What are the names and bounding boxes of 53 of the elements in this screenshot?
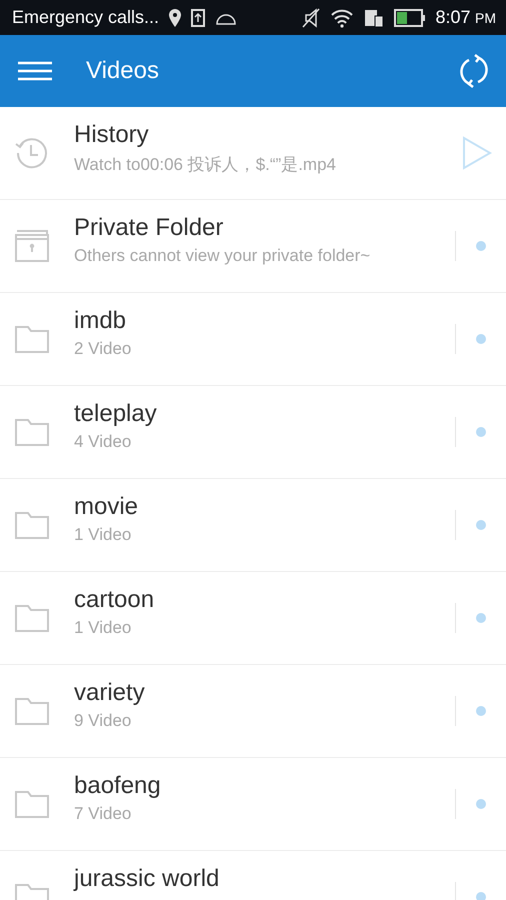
menu-button[interactable]	[18, 61, 52, 81]
list-item[interactable]: teleplay 4 Video	[0, 386, 506, 479]
item-subtitle: 1 Video	[74, 618, 132, 638]
list-item[interactable]: variety 9 Video	[0, 665, 506, 758]
item-title: movie	[74, 493, 140, 521]
item-subtitle: Others cannot view your private folder~	[74, 246, 372, 266]
battery-icon	[394, 8, 426, 26]
folder-icon	[14, 417, 50, 447]
item-title: imdb	[74, 307, 128, 335]
more-dot-icon[interactable]	[476, 892, 486, 900]
list-item[interactable]: Private Folder Others cannot view your private folder~	[0, 200, 506, 293]
folder-icon	[14, 324, 50, 354]
folder-icon	[14, 696, 50, 726]
list-item[interactable]: History Watch to00:06 投诉人，$.“”是.mp4	[0, 107, 506, 200]
item-title: cartoon	[74, 586, 156, 614]
item-subtitle: 7 Video	[74, 804, 132, 824]
list-item[interactable]: imdb 2 Video	[0, 293, 506, 386]
muted-icon	[302, 8, 320, 28]
item-title: Private Folder	[74, 214, 224, 242]
item-subtitle: Watch to00:06 投诉人，$.“”是.mp4	[74, 154, 338, 176]
refresh-button[interactable]	[458, 54, 490, 88]
clock-text: 8:07 PM	[436, 7, 496, 28]
more-dot-icon[interactable]	[476, 520, 486, 530]
item-title: History	[74, 121, 150, 149]
item-title: teleplay	[74, 400, 158, 428]
item-subtitle: 9 Video	[74, 711, 132, 731]
folder-icon	[14, 603, 50, 633]
upload-icon	[191, 8, 206, 26]
more-dot-icon[interactable]	[476, 613, 486, 623]
item-title: jurassic world	[74, 865, 220, 893]
wifi-icon	[330, 8, 354, 28]
more-dot-icon[interactable]	[476, 334, 486, 344]
locked-box-icon	[14, 229, 50, 263]
more-dot-icon[interactable]	[476, 241, 486, 251]
carrier-text: Emergency calls...	[12, 7, 160, 28]
play-button[interactable]	[462, 136, 492, 170]
item-subtitle: 1 Video	[74, 525, 132, 545]
more-dot-icon[interactable]	[476, 706, 486, 716]
item-title: baofeng	[74, 772, 162, 800]
list-item[interactable]: jurassic world	[0, 851, 506, 900]
list-item[interactable]: movie 1 Video	[0, 479, 506, 572]
list-item[interactable]: cartoon 1 Video	[0, 572, 506, 665]
folder-icon	[14, 510, 50, 540]
more-dot-icon[interactable]	[476, 427, 486, 437]
list-item[interactable]: baofeng 7 Video	[0, 758, 506, 851]
more-dot-icon[interactable]	[476, 799, 486, 809]
history-icon	[14, 135, 50, 171]
item-subtitle: 2 Video	[74, 339, 132, 359]
item-title: variety	[74, 679, 146, 707]
screen-title: Videos	[86, 57, 160, 85]
item-subtitle: 4 Video	[74, 432, 132, 452]
location-pin-icon	[169, 8, 182, 26]
folder-icon	[14, 789, 50, 819]
